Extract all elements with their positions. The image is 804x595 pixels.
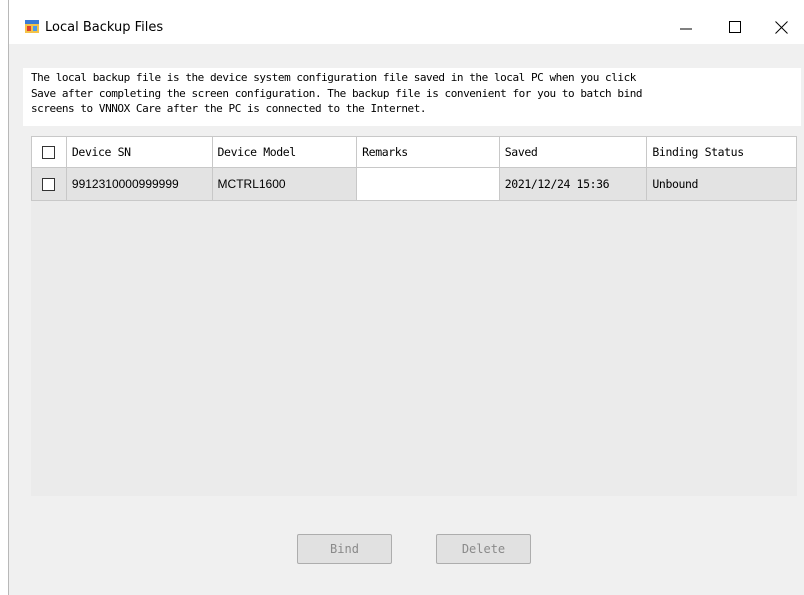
column-header-device-sn[interactable]: Device SN [67, 137, 213, 167]
column-header-device-model[interactable]: Device Model [213, 137, 358, 167]
dialog-body: The local backup file is the device syst… [9, 44, 804, 595]
delete-button[interactable]: Delete [436, 534, 531, 564]
row-select-cell [32, 168, 67, 200]
app-window-icon [25, 20, 39, 33]
column-header-remarks[interactable]: Remarks [357, 137, 500, 167]
maximize-icon [729, 21, 741, 33]
close-icon [774, 20, 788, 34]
minimize-button[interactable] [666, 10, 706, 44]
maximize-button[interactable] [715, 10, 755, 44]
close-button[interactable] [761, 10, 801, 44]
description-text: The local backup file is the device syst… [23, 68, 801, 126]
select-all-checkbox[interactable] [42, 145, 56, 159]
select-all-cell [32, 137, 67, 167]
binding-status-cell[interactable]: Unbound [647, 168, 796, 200]
window-title: Local Backup Files [45, 20, 164, 35]
remarks-cell[interactable] [357, 168, 500, 200]
bind-button[interactable]: Bind [297, 534, 392, 564]
row-checkbox[interactable] [42, 177, 56, 191]
column-header-binding-status[interactable]: Binding Status [647, 137, 796, 167]
device-sn-cell[interactable]: 9912310000999999 [67, 168, 213, 200]
minimize-icon [680, 28, 692, 30]
device-model-cell[interactable]: MCTRL1600 [213, 168, 358, 200]
table-header: Device SN Device Model Remarks Saved Bin… [31, 136, 797, 168]
table-row[interactable]: 9912310000999999 MCTRL1600 2021/12/24 15… [31, 168, 797, 201]
local-backup-files-window: Local Backup Files The local backup file… [8, 0, 804, 595]
backup-files-table: Device SN Device Model Remarks Saved Bin… [31, 136, 797, 496]
saved-cell[interactable]: 2021/12/24 15:36 [500, 168, 648, 200]
column-header-saved[interactable]: Saved [500, 137, 648, 167]
title-bar[interactable]: Local Backup Files [9, 0, 804, 44]
